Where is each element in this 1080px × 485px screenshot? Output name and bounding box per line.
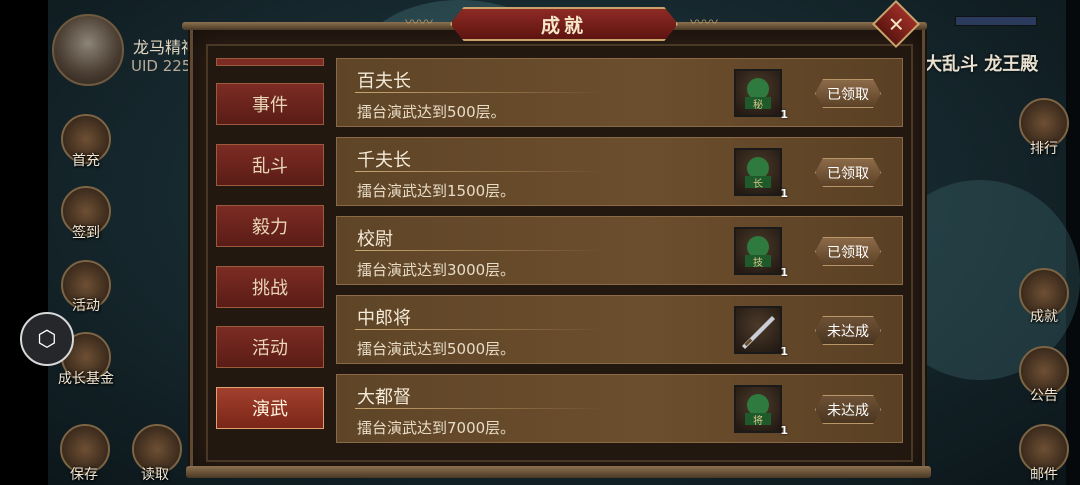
achievement-row: 校尉 擂台演武达到3000层。 技 1 已领取 [336, 216, 903, 285]
ornament-right: 〰〰 [690, 15, 718, 31]
mail-label[interactable]: 邮件 [1030, 464, 1058, 484]
reward-item-icon[interactable]: 技 1 [734, 227, 788, 279]
reward-item-count: 1 [780, 266, 788, 279]
player-name: 龙马精神 [133, 38, 198, 57]
player-avatar[interactable] [52, 14, 124, 86]
close-icon: ✕ [887, 11, 905, 36]
reward-item-icon[interactable]: 秘 1 [734, 69, 788, 121]
achievement-desc: 擂台演武达到5000层。 [357, 340, 516, 358]
tab-activity[interactable]: 活动 [216, 326, 324, 368]
sign-in-label[interactable]: 签到 [72, 222, 100, 242]
claimed-status-button[interactable]: 已领取 [815, 79, 881, 108]
right-banner-text: 大乱斗 龙王殿 [924, 54, 1039, 75]
achievement-desc: 擂台演武达到500层。 [357, 103, 506, 121]
claimed-status-button[interactable]: 已领取 [815, 237, 881, 266]
reward-item-count: 1 [780, 345, 788, 358]
left-edge [0, 0, 48, 485]
growth-fund-label[interactable]: 成长基金 [58, 368, 114, 388]
reward-item-count: 1 [780, 424, 788, 437]
achievement-title: 校尉 [357, 229, 393, 250]
achievement-desc: 擂台演武达到3000层。 [357, 261, 516, 279]
tab-challenge[interactable]: 挑战 [216, 266, 324, 308]
achievement-row: 百夫长 擂台演武达到500层。 秘 1 已领取 [336, 58, 903, 127]
reward-item-char: 秘 [753, 98, 763, 111]
achievement-row: 中郎将 擂台演武达到5000层。 1 未达成 [336, 295, 903, 364]
tab-event[interactable]: 事件 [216, 83, 324, 125]
tab-brawl[interactable]: 乱斗 [216, 144, 324, 186]
panel-bottom-rail [186, 466, 931, 478]
achievement-title: 百夫长 [357, 71, 411, 92]
achievement-row: 千夫长 擂台演武达到1500层。 长 1 已领取 [336, 137, 903, 206]
not-achieved-status-button[interactable]: 未达成 [815, 395, 881, 424]
reward-item-count: 1 [780, 187, 788, 200]
not-achieved-status-button[interactable]: 未达成 [815, 316, 881, 345]
row-divider [355, 92, 605, 93]
achievement-title: 千夫长 [357, 150, 411, 171]
claimed-status-button[interactable]: 已领取 [815, 158, 881, 187]
achievement-title: 中郎将 [357, 308, 411, 329]
panel-title: 成就 [540, 14, 587, 37]
achievement-row: 大都督 擂台演武达到7000层。 将 1 未达成 [336, 374, 903, 443]
achievement-title: 大都督 [357, 387, 411, 408]
row-divider [355, 250, 605, 251]
activity-label[interactable]: 活动 [72, 295, 100, 315]
achievement-desc: 擂台演武达到7000层。 [357, 419, 516, 437]
achievement-desc: 擂台演武达到1500层。 [357, 182, 516, 200]
panel-title-plate: 成就 [450, 7, 678, 41]
tab-list-top [216, 58, 324, 66]
tab-martial-arts[interactable]: 演武 [216, 387, 324, 429]
achievement-label[interactable]: 成就 [1030, 306, 1058, 326]
cube-floating-icon[interactable]: ⬡ [20, 312, 74, 366]
notice-label[interactable]: 公告 [1030, 385, 1058, 405]
row-divider [355, 171, 605, 172]
first-recharge-label[interactable]: 首充 [72, 150, 100, 170]
ornament-left: 〰〰 [405, 15, 433, 31]
reward-sword-icon[interactable]: 1 [734, 306, 788, 358]
reward-item-char: 将 [753, 415, 763, 427]
tab-perseverance[interactable]: 毅力 [216, 205, 324, 247]
reward-item-icon[interactable]: 长 1 [734, 148, 788, 200]
row-divider [355, 408, 605, 409]
reward-item-char: 长 [753, 178, 763, 190]
reward-item-char: 技 [753, 256, 763, 269]
reward-item-count: 1 [780, 108, 788, 121]
save-label[interactable]: 保存 [70, 464, 98, 484]
reward-item-icon[interactable]: 将 1 [734, 385, 788, 437]
top-right-bar [955, 16, 1037, 26]
ranking-label[interactable]: 排行 [1030, 138, 1058, 158]
row-divider [355, 329, 605, 330]
load-label[interactable]: 读取 [141, 464, 169, 484]
